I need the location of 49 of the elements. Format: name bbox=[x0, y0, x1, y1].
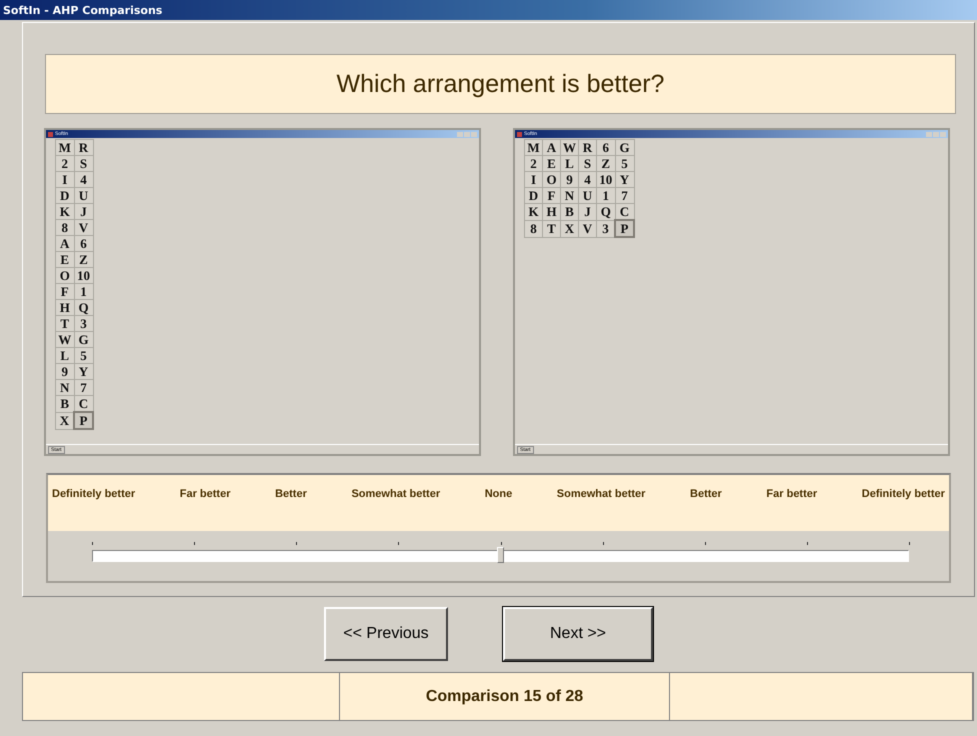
letter-tile: N bbox=[56, 380, 74, 396]
letter-tile: R bbox=[74, 140, 93, 156]
scale-label: Better bbox=[275, 488, 307, 502]
scale-label: Better bbox=[690, 488, 722, 502]
letter-tile: W bbox=[560, 140, 578, 156]
letter-tile: F bbox=[56, 284, 74, 300]
letter-tile: O bbox=[56, 268, 74, 284]
letter-tile: M bbox=[56, 140, 74, 156]
letter-tile: I bbox=[56, 172, 74, 188]
app-icon bbox=[48, 132, 53, 136]
scale-label: None bbox=[484, 488, 512, 502]
app-icon bbox=[517, 132, 522, 136]
letter-tile: W bbox=[56, 332, 74, 348]
scale-label: Definitely better bbox=[52, 488, 136, 502]
letter-tile: E bbox=[56, 252, 74, 268]
window-title: SoftIn - AHP Comparisons bbox=[3, 4, 162, 16]
letter-tile: 6 bbox=[596, 140, 615, 156]
previous-button[interactable]: << Previous bbox=[324, 607, 448, 661]
scale-label: Far better bbox=[766, 488, 818, 502]
letter-tile: K bbox=[524, 204, 542, 220]
letter-tile: B bbox=[56, 396, 74, 412]
letter-tile: A bbox=[542, 140, 560, 156]
letter-tile: M bbox=[524, 140, 542, 156]
scale-label: Somewhat better bbox=[351, 488, 440, 502]
letter-tile: D bbox=[56, 188, 74, 204]
question-text: Which arrangement is better? bbox=[336, 70, 664, 98]
letter-tile: L bbox=[56, 348, 74, 364]
letter-tile: I bbox=[524, 172, 542, 188]
letter-tile: 8 bbox=[524, 220, 542, 237]
letter-tile: 2 bbox=[56, 156, 74, 172]
letter-tile: P bbox=[615, 220, 634, 237]
slider-track[interactable] bbox=[92, 550, 909, 562]
slider-thumb[interactable] bbox=[496, 547, 504, 563]
letter-tile: R bbox=[578, 140, 596, 156]
letter-tile: T bbox=[56, 316, 74, 332]
letter-tile: 2 bbox=[524, 156, 542, 172]
letter-tile: K bbox=[56, 204, 74, 220]
next-button[interactable]: Next >> bbox=[503, 607, 653, 661]
letter-tile: P bbox=[74, 412, 93, 429]
scale-label: Definitely better bbox=[862, 488, 945, 502]
letter-tile: 8 bbox=[56, 220, 74, 236]
letter-tile: A bbox=[56, 236, 74, 252]
scale-label: Far better bbox=[180, 488, 230, 502]
letter-tile: G bbox=[615, 140, 634, 156]
letter-tile: 9 bbox=[56, 364, 74, 380]
comparison-counter: Comparison 15 of 28 bbox=[426, 688, 584, 706]
letter-tile: D bbox=[524, 188, 542, 204]
letter-tile: H bbox=[56, 300, 74, 316]
scale-label: Somewhat better bbox=[556, 488, 646, 502]
